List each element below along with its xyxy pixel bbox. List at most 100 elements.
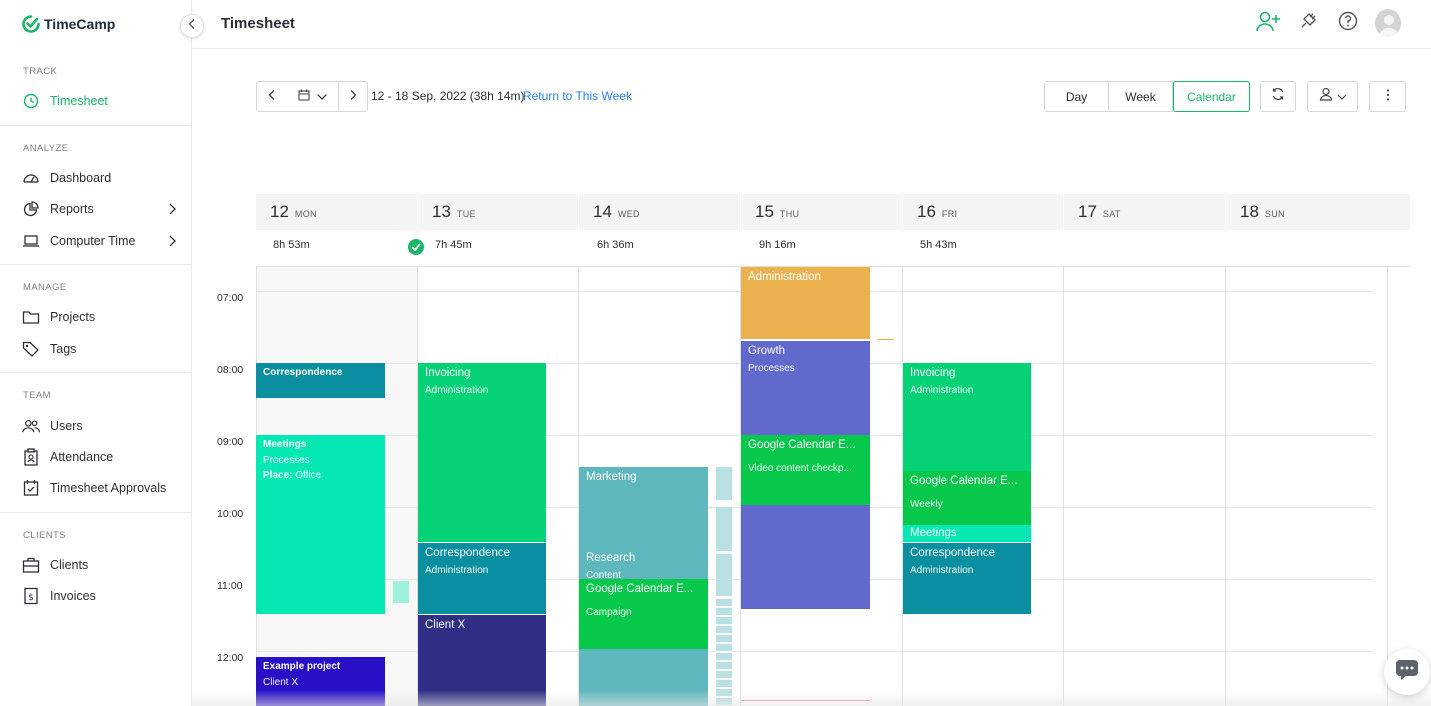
time-entry-correspondence[interactable]: Correspondence Administration — [418, 543, 546, 614]
entry-title: Meetings — [910, 527, 957, 539]
sidebar-item-label: Timesheet Approvals — [50, 481, 167, 495]
day-total-wed: 6h 36m — [597, 239, 634, 251]
time-entry-example-project[interactable]: Example project Client X — [256, 657, 385, 706]
previous-week-button[interactable] — [256, 81, 287, 112]
time-entry-research[interactable]: Research Content — [579, 548, 708, 580]
help-button[interactable] — [1335, 10, 1361, 36]
user-icon — [1319, 87, 1333, 106]
more-options-button[interactable] — [1369, 81, 1406, 112]
entry-project: Video content checkp... — [748, 462, 852, 474]
time-entry-client-x[interactable]: Client X — [418, 615, 546, 706]
page-title: Timesheet — [221, 15, 295, 32]
add-user-icon — [1255, 10, 1281, 37]
day-header-fri[interactable]: 16 FRI — [903, 194, 1064, 230]
hour-label: 08:00 — [217, 364, 244, 376]
time-entry-google-calendar[interactable]: Google Calendar E... Video content check… — [741, 435, 870, 505]
section-clients: CLIENTS — [23, 530, 66, 541]
day-header-wed[interactable]: 14 WED — [579, 194, 741, 230]
entry-title: Invoicing — [910, 367, 956, 379]
calendar-grid[interactable]: Correspondence Meetings Processes Place:… — [256, 266, 1410, 706]
day-name: TUE — [456, 208, 476, 219]
invite-user-button[interactable] — [1255, 10, 1281, 36]
small-time-entry[interactable] — [878, 339, 894, 340]
view-week-button[interactable]: Week — [1109, 81, 1173, 112]
next-week-button[interactable] — [338, 81, 368, 112]
time-entry-meetings[interactable]: Meetings — [903, 525, 1031, 542]
sidebar-item-label: Attendance — [50, 450, 114, 464]
sidebar-item-label: Users — [50, 419, 83, 433]
day-name: FRI — [941, 208, 958, 219]
entry-project: Processes — [263, 454, 310, 466]
day-name: WED — [617, 208, 640, 219]
day-header-sat[interactable]: 17 SAT — [1064, 194, 1226, 230]
refresh-icon — [1271, 87, 1285, 106]
hour-label: 11:00 — [217, 580, 243, 592]
chevron-left-icon — [267, 88, 277, 106]
hour-label: 10:00 — [217, 508, 244, 520]
sidebar-item-label: Invoices — [50, 589, 96, 603]
time-entry-administration[interactable]: Administration — [741, 267, 870, 339]
day-header-tue[interactable]: 13 TUE — [418, 194, 579, 230]
timecamp-logo[interactable]: TimeCamp — [22, 14, 115, 34]
view-calendar-button[interactable]: Calendar — [1173, 81, 1250, 112]
chat-icon — [1395, 659, 1419, 686]
sidebar-item-label: Tags — [50, 342, 77, 356]
sidebar-item-dashboard[interactable]: Dashboard — [22, 168, 177, 188]
sidebar-item-computer-time[interactable]: Computer Time — [22, 231, 177, 251]
sidebar-item-tags[interactable]: Tags — [22, 339, 177, 359]
time-entry-invoicing[interactable]: Invoicing Administration — [903, 363, 1031, 471]
top-bar: Timesheet — [192, 0, 1431, 49]
approved-check-icon[interactable] — [408, 239, 424, 255]
day-header-thu[interactable]: 15 THU — [741, 194, 903, 230]
grid-line — [1063, 267, 1064, 706]
date-picker-button[interactable] — [286, 81, 339, 112]
day-header-sun[interactable]: 18 SUN — [1226, 194, 1410, 230]
entry-title: Meetings — [263, 439, 307, 450]
sidebar-item-reports[interactable]: Reports — [22, 199, 177, 219]
sidebar-item-timesheet-approvals[interactable]: Timesheet Approvals — [22, 478, 177, 498]
divider — [0, 372, 192, 373]
more-vertical-icon — [1386, 88, 1390, 106]
timecamp-logo-icon — [22, 15, 40, 33]
return-to-this-week-link[interactable]: Return to This Week — [523, 89, 632, 103]
time-entry-correspondence[interactable]: Correspondence — [256, 363, 385, 398]
entry-project: Weekly — [910, 498, 943, 510]
computer-activity-strip[interactable] — [716, 467, 732, 706]
refresh-button[interactable] — [1260, 81, 1296, 112]
entry-project: Administration — [425, 564, 489, 576]
collapse-sidebar-button[interactable] — [180, 14, 204, 38]
svg-text:$: $ — [28, 593, 34, 603]
chevron-right-icon — [167, 234, 177, 251]
time-entry-correspondence[interactable]: Correspondence Administration — [903, 543, 1031, 614]
entry-project: Campaign — [586, 606, 632, 618]
sidebar-item-clients[interactable]: Clients — [22, 555, 177, 575]
entry-title: Correspondence — [263, 367, 343, 378]
entry-title: Correspondence — [425, 547, 511, 559]
sidebar-item-attendance[interactable]: Attendance — [22, 447, 177, 467]
sidebar-item-projects[interactable]: Projects — [22, 307, 177, 327]
time-entry-meetings[interactable]: Meetings Processes Place: Office — [256, 435, 385, 614]
sidebar-item-invoices[interactable]: $ Invoices — [22, 586, 177, 606]
day-number: 17 — [1078, 202, 1097, 221]
chevron-left-icon — [187, 17, 197, 35]
chat-support-button[interactable] — [1384, 649, 1430, 695]
chevron-down-icon — [1337, 88, 1347, 106]
day-total-thu: 9h 16m — [759, 239, 796, 251]
briefcase-icon — [22, 556, 40, 574]
view-day-button[interactable]: Day — [1044, 81, 1109, 112]
divider — [0, 264, 192, 265]
sidebar-item-users[interactable]: Users — [22, 416, 177, 436]
day-header-mon[interactable]: 12 MON — [256, 194, 418, 230]
plugins-button[interactable] — [1295, 10, 1321, 36]
hour-label: 12:00 — [217, 652, 244, 664]
grid-line — [1225, 267, 1226, 706]
time-entry-google-calendar[interactable]: Google Calendar E... Campaign — [579, 579, 708, 649]
hour-label: 09:00 — [217, 436, 244, 448]
time-entry-invoicing[interactable]: Invoicing Administration — [418, 363, 546, 542]
small-time-entry[interactable] — [393, 581, 409, 603]
time-entry-google-calendar[interactable]: Google Calendar E... Weekly — [903, 471, 1031, 525]
user-avatar-button[interactable] — [1375, 9, 1401, 37]
day-number: 14 — [593, 202, 612, 221]
sidebar-item-timesheet[interactable]: Timesheet — [22, 91, 177, 111]
user-select-button[interactable] — [1307, 81, 1358, 112]
